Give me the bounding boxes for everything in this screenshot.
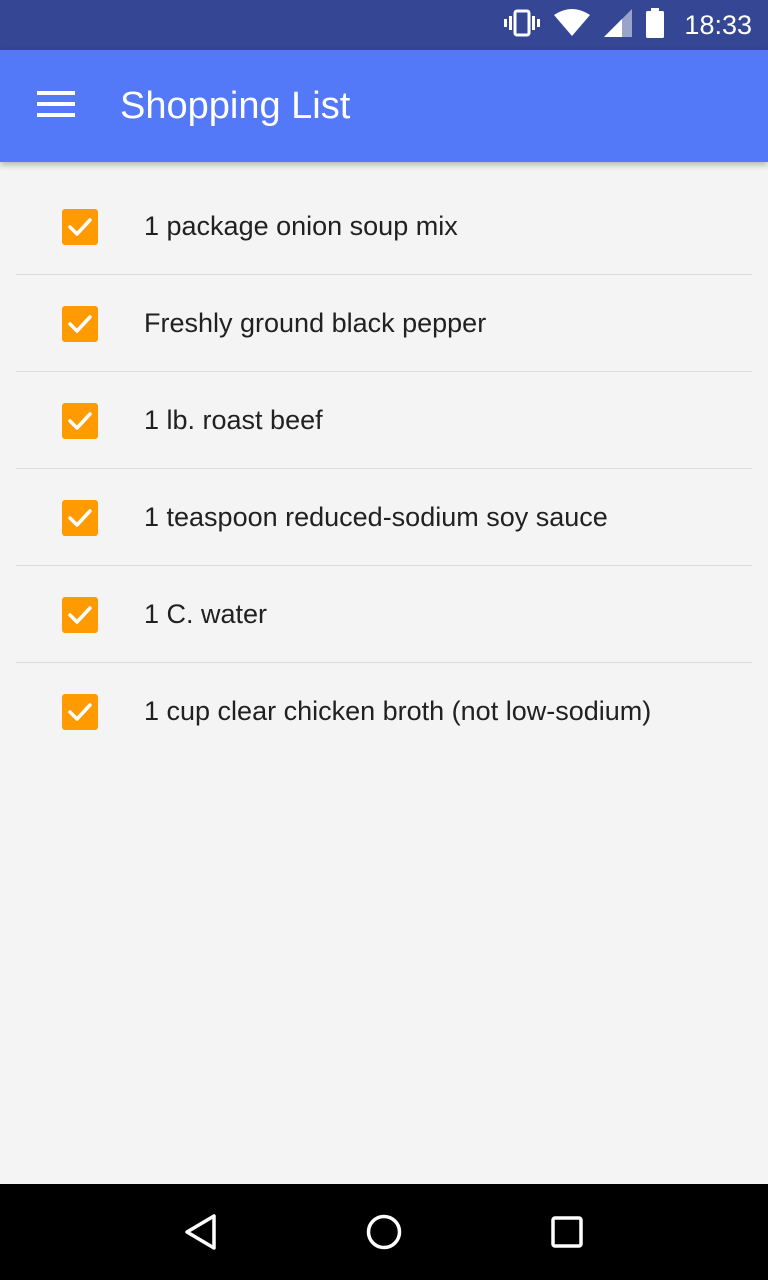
item-label: Freshly ground black pepper: [144, 308, 487, 338]
navigation-bar: [0, 1184, 768, 1280]
home-button[interactable]: [354, 1202, 414, 1262]
item-label: 1 C. water: [144, 599, 268, 629]
list-item[interactable]: 1 cup clear chicken broth (not low-sodiu…: [0, 663, 768, 760]
item-checkbox[interactable]: [62, 305, 98, 342]
check-icon: [68, 508, 92, 527]
back-button[interactable]: [171, 1202, 231, 1262]
check-icon: [68, 217, 92, 236]
check-icon: [68, 702, 92, 721]
list-item[interactable]: 1 lb. roast beef: [0, 372, 768, 469]
check-icon: [68, 605, 92, 624]
item-label: 1 lb. roast beef: [144, 405, 323, 435]
signal-icon: [604, 9, 633, 41]
status-bar: 18:33: [0, 0, 768, 50]
item-checkbox[interactable]: [62, 499, 98, 536]
vibrate-icon: [504, 8, 541, 42]
item-checkbox[interactable]: [62, 208, 98, 245]
menu-icon: [37, 90, 75, 122]
list-item[interactable]: Freshly ground black pepper: [0, 275, 768, 372]
item-checkbox[interactable]: [62, 402, 98, 439]
item-checkbox[interactable]: [62, 596, 98, 633]
item-label: 1 cup clear chicken broth (not low-sodiu…: [144, 696, 652, 726]
list-item[interactable]: 1 C. water: [0, 566, 768, 663]
menu-button[interactable]: [0, 50, 112, 162]
check-icon: [68, 411, 92, 430]
item-label: 1 package onion soup mix: [144, 211, 458, 241]
recents-button[interactable]: [537, 1202, 597, 1262]
status-time: 18:33: [684, 9, 752, 40]
app-bar: Shopping List: [0, 50, 768, 162]
status-icons: 18:33: [504, 8, 752, 42]
recents-icon: [550, 1216, 583, 1248]
item-label: 1 teaspoon reduced-sodium soy sauce: [144, 502, 608, 532]
list-item[interactable]: 1 package onion soup mix: [0, 178, 768, 275]
shopping-list: 1 package onion soup mix Freshly ground …: [0, 178, 768, 760]
item-checkbox[interactable]: [62, 693, 98, 730]
page-title: Shopping List: [120, 84, 351, 127]
list-item[interactable]: 1 teaspoon reduced-sodium soy sauce: [0, 469, 768, 566]
home-icon: [366, 1214, 402, 1250]
battery-icon: [646, 8, 665, 42]
back-icon: [185, 1214, 217, 1250]
wifi-icon: [554, 9, 591, 41]
check-icon: [68, 314, 92, 333]
